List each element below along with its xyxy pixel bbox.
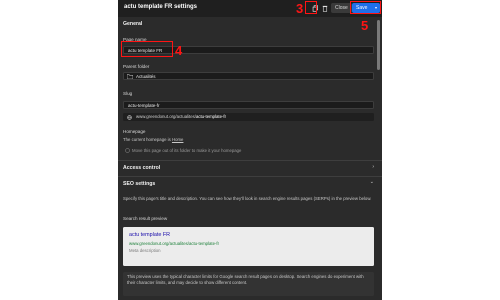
move-out-option[interactable]: Move this page out of its folder to make…: [125, 148, 242, 153]
chevron-right-icon[interactable]: ›: [372, 164, 374, 170]
parent-folder-label: Parent folder: [123, 64, 150, 69]
annotation-box-page-name: [121, 41, 173, 57]
seo-settings-heading[interactable]: SEO settings: [123, 181, 155, 187]
url-slug: actu-template-fr: [195, 114, 227, 119]
preview-url: www.greendonut.org/actualites/actu-templ…: [129, 241, 220, 246]
annotation-box-save: [350, 1, 381, 14]
close-button[interactable]: Close: [331, 3, 352, 13]
preview-description: Meta description: [129, 248, 161, 253]
annotation-box-duplicate: [305, 1, 317, 14]
divider: [118, 176, 382, 177]
panel-header: actu template FR settings Close Save ▾: [118, 0, 382, 17]
search-result-preview: actu template FR www.greendonut.org/actu…: [123, 227, 374, 266]
preview-note: This preview uses the typical character …: [123, 272, 374, 296]
radio-icon: [125, 148, 130, 154]
slug-label: Slug: [123, 91, 133, 96]
annotation-number-5: 5: [361, 18, 369, 33]
move-out-text: Move this page out of its folder to make…: [132, 148, 242, 153]
panel-title: actu template FR settings: [124, 4, 198, 10]
scrollbar[interactable]: [377, 20, 380, 70]
general-heading: General: [123, 21, 143, 27]
homepage-label: Homepage: [123, 129, 146, 134]
parent-folder-select[interactable]: Actualités: [123, 72, 374, 80]
parent-folder-value: Actualités: [136, 74, 156, 79]
annotation-number-3: 3: [296, 1, 304, 16]
divider: [118, 160, 382, 161]
search-preview-label: Search result preview: [123, 216, 168, 221]
homepage-text: The current homepage is: [123, 137, 172, 142]
folder-icon: [126, 74, 134, 81]
annotation-number-4: 4: [175, 43, 183, 58]
url-prefix: www.greendonut.org/actualites/: [136, 114, 196, 119]
chevron-down-icon[interactable]: ⌄: [370, 179, 374, 185]
trash-icon[interactable]: [320, 3, 330, 13]
slug-input[interactable]: actu-template-fr: [123, 101, 374, 109]
access-control-heading[interactable]: Access control: [123, 165, 160, 171]
homepage-info: The current homepage is Home: [123, 137, 183, 142]
page-url: www.greendonut.org/actualites/actu-templ…: [123, 113, 374, 121]
seo-description: Specify this page's title and descriptio…: [123, 196, 372, 201]
globe-icon: [127, 113, 132, 123]
homepage-link[interactable]: Home: [172, 137, 183, 142]
preview-title: actu template FR: [129, 232, 171, 238]
